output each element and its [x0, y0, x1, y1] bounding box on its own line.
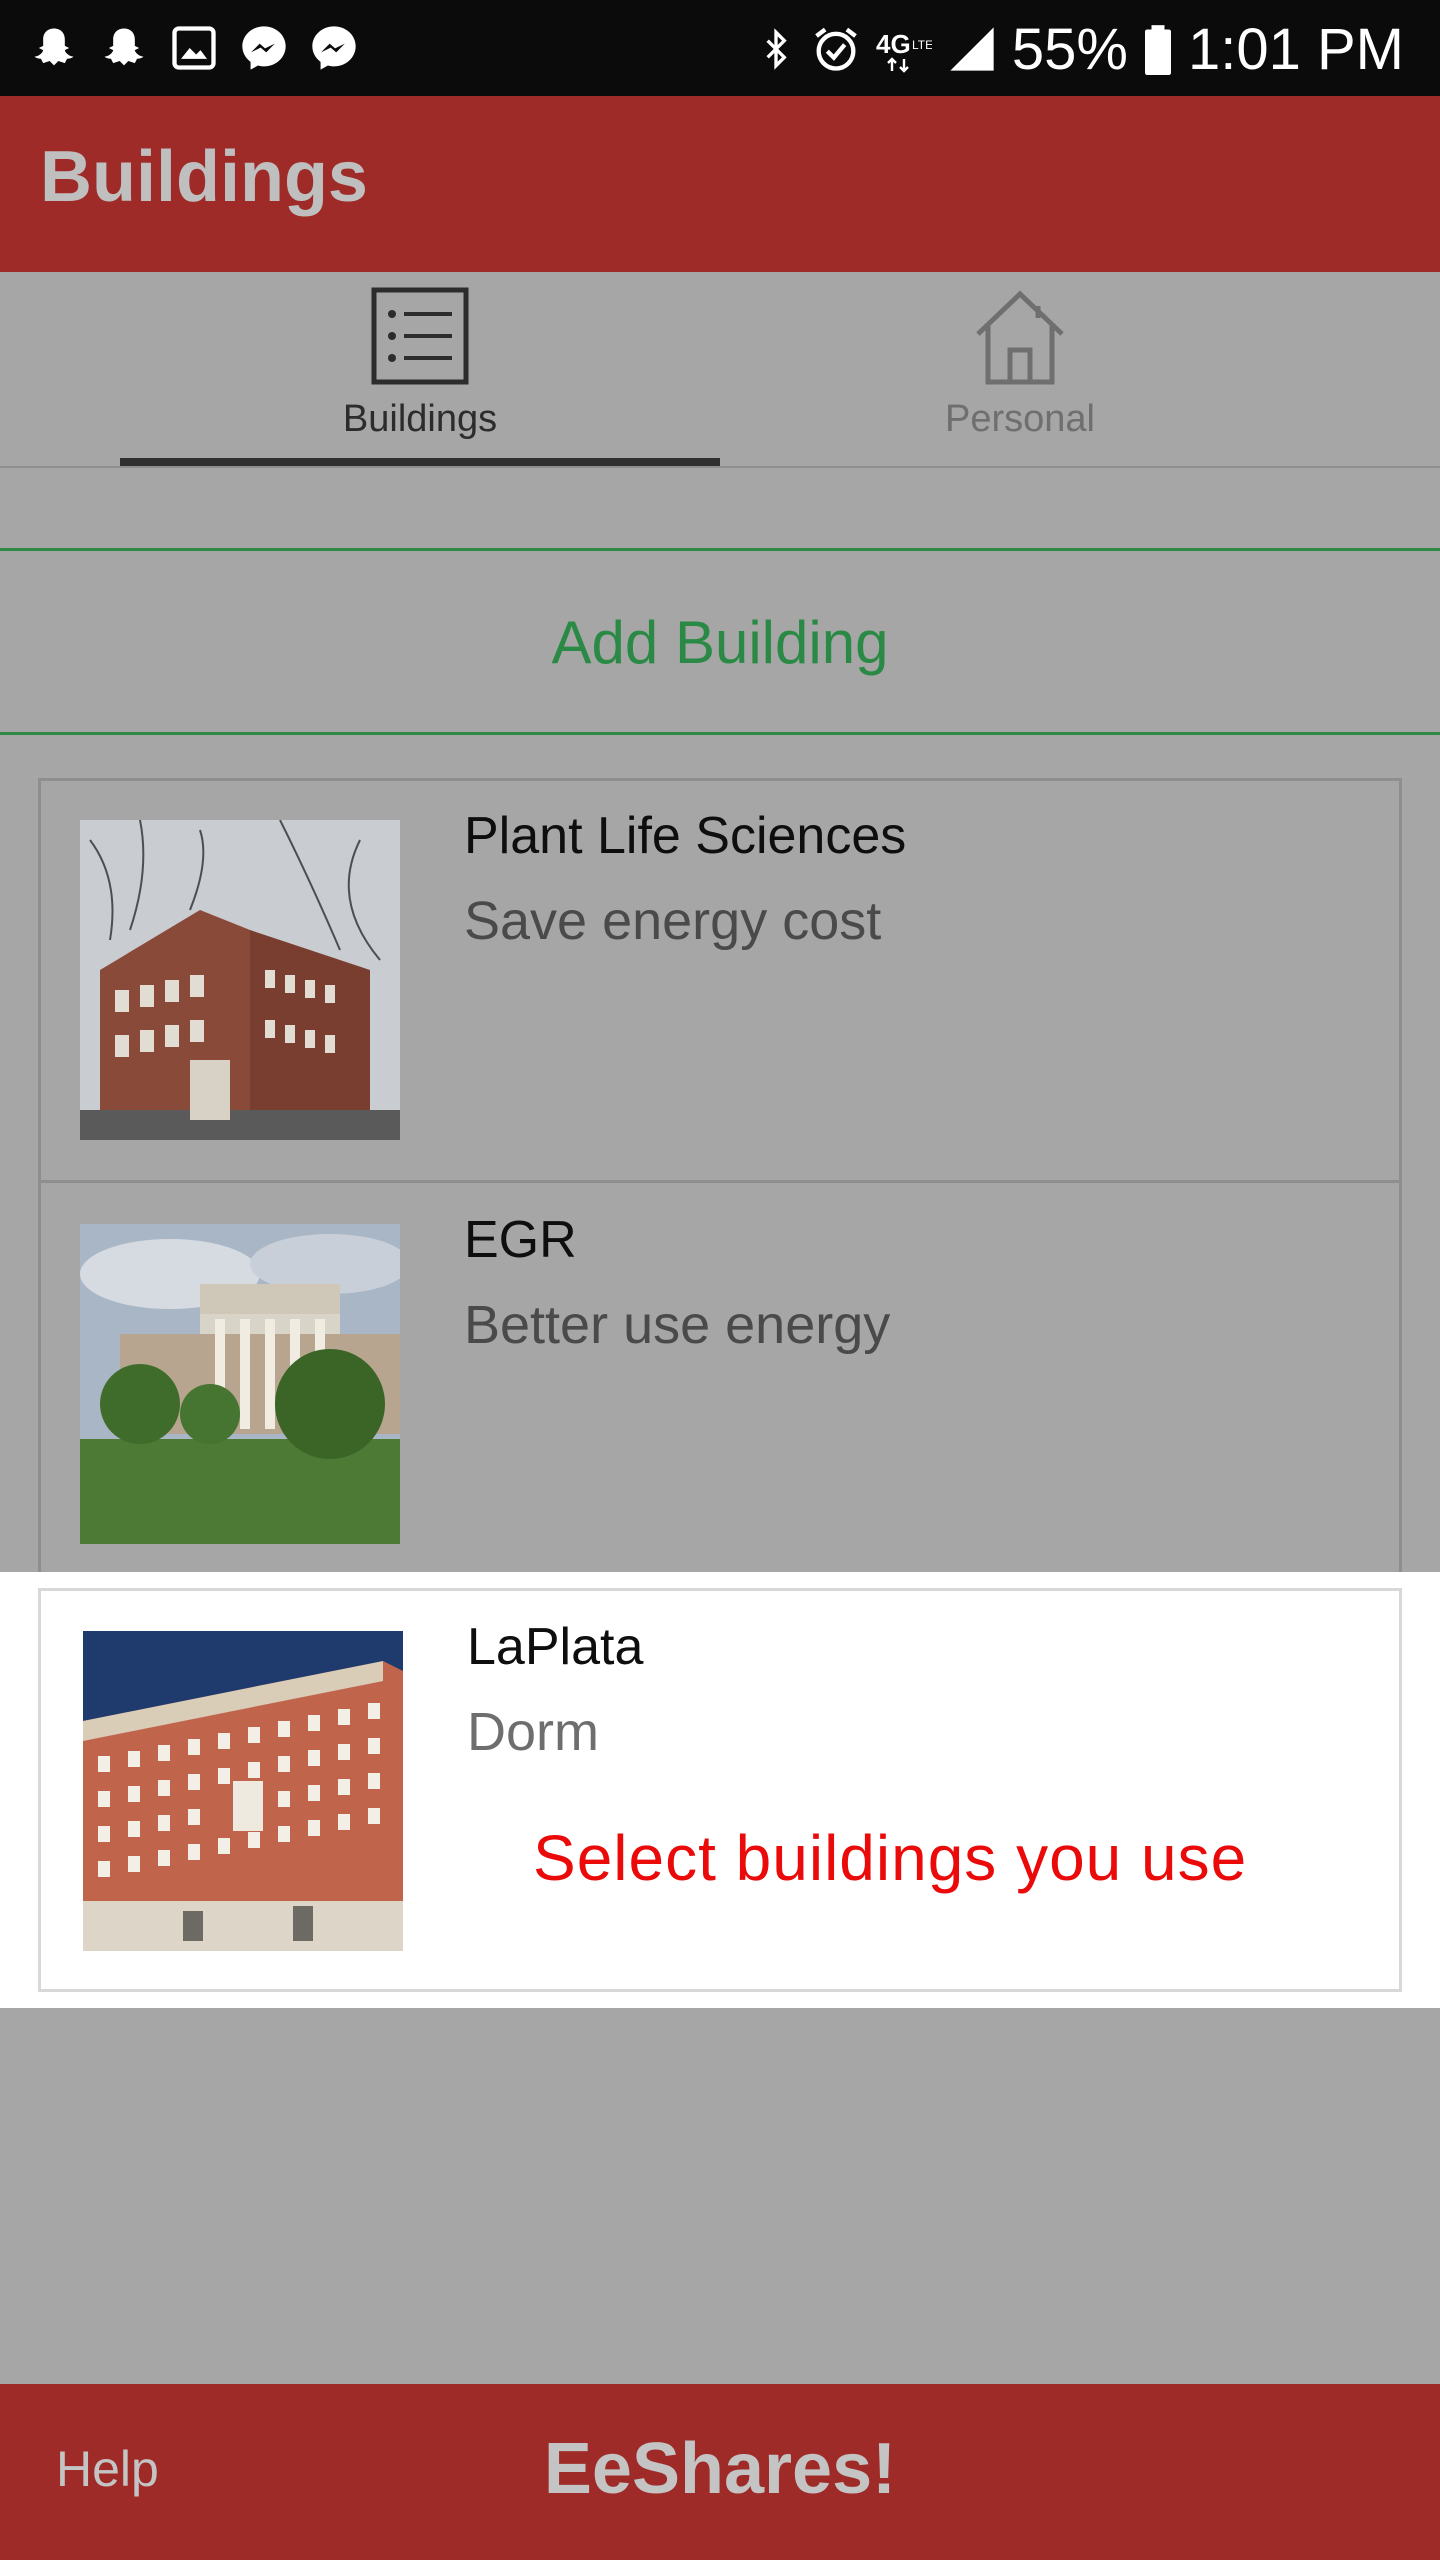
- 4g-lte-icon: 4G LTE: [876, 29, 932, 73]
- list-item[interactable]: EGR Better use energy: [38, 1184, 1402, 1588]
- bluetooth-icon: [766, 28, 787, 70]
- tab-bar: Buildings Personal: [0, 272, 1440, 468]
- brand-name: EeShares!: [543, 2429, 897, 2509]
- list-icon: [371, 287, 469, 385]
- snapchat-icon: [104, 28, 144, 66]
- building-subtitle: Save energy cost: [464, 891, 882, 951]
- clock: 1:01 PM: [1188, 16, 1404, 82]
- snapchat-icon: [34, 28, 74, 66]
- gallery-icon: [172, 26, 216, 70]
- notification-icons: [28, 18, 360, 78]
- building-name: LaPlata: [467, 1618, 644, 1676]
- tab-personal[interactable]: Personal: [660, 272, 1380, 468]
- battery-icon: [1145, 25, 1171, 75]
- divider: [0, 732, 1440, 735]
- svg-text:LTE: LTE: [912, 38, 932, 52]
- system-indicators: 4G LTE 55% 1:01 PM: [756, 14, 1404, 84]
- add-building-button[interactable]: Add Building: [0, 552, 1440, 732]
- battery-percent: 55%: [1011, 16, 1128, 82]
- building-subtitle: Better use energy: [464, 1295, 891, 1355]
- list-item[interactable]: LaPlata Dorm Select buildings you use: [38, 1588, 1402, 1992]
- messenger-icon: [312, 26, 356, 70]
- building-photo: [80, 1224, 400, 1544]
- building-name: Plant Life Sciences: [464, 807, 907, 865]
- footer-bar: Help EeShares!: [0, 2384, 1440, 2560]
- building-subtitle: Dorm: [467, 1702, 599, 1762]
- divider: [0, 466, 1440, 468]
- coach-mark-hint: Select buildings you use: [533, 1822, 1248, 1894]
- building-photo: [83, 1631, 403, 1951]
- building-photo: [80, 820, 400, 1140]
- divider: [0, 548, 1440, 551]
- building-name: EGR: [464, 1211, 577, 1269]
- house-icon: [976, 290, 1064, 385]
- status-bar: 4G LTE 55% 1:01 PM: [0, 0, 1440, 96]
- selected-tab-indicator: [120, 458, 720, 466]
- divider: [38, 1180, 1402, 1183]
- messenger-icon: [242, 26, 286, 70]
- svg-text:4G: 4G: [876, 29, 911, 59]
- page-title: Buildings: [40, 137, 368, 217]
- app-bar: Buildings: [0, 96, 1440, 272]
- list-item[interactable]: Plant Life Sciences Save energy cost: [38, 780, 1402, 1184]
- tab-label: Personal: [945, 398, 1095, 440]
- alarm-icon: [815, 27, 857, 71]
- signal-icon: [950, 27, 994, 71]
